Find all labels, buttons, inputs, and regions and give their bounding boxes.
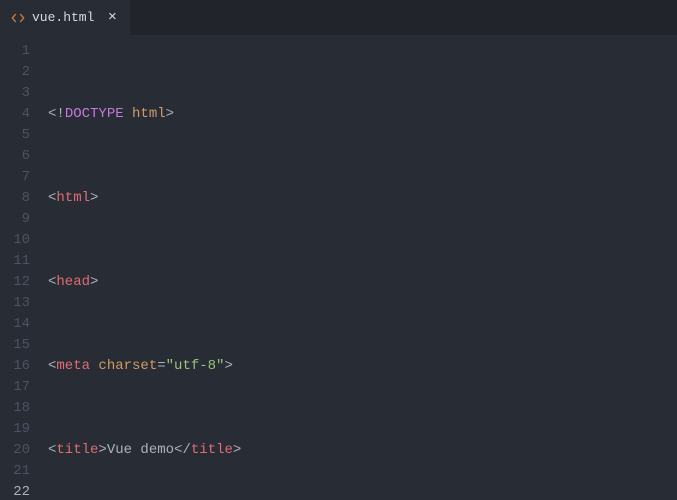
code-line: <head> xyxy=(48,272,677,293)
editor-area[interactable]: 12345678910111213141516171819202122 <!DO… xyxy=(0,35,677,500)
code-line: <!DOCTYPE html> xyxy=(48,104,677,125)
line-number: 15 xyxy=(0,335,30,356)
line-number: 5 xyxy=(0,125,30,146)
tab-bar: vue.html × xyxy=(0,0,677,35)
close-icon[interactable]: × xyxy=(104,10,120,26)
code-line: <html> xyxy=(48,188,677,209)
line-number: 13 xyxy=(0,293,30,314)
line-number: 2 xyxy=(0,62,30,83)
gutter: 12345678910111213141516171819202122 xyxy=(0,41,48,500)
line-number: 3 xyxy=(0,83,30,104)
line-number: 12 xyxy=(0,272,30,293)
line-number: 18 xyxy=(0,398,30,419)
line-number: 7 xyxy=(0,167,30,188)
line-number: 20 xyxy=(0,440,30,461)
line-number: 9 xyxy=(0,209,30,230)
tab-vue-html[interactable]: vue.html × xyxy=(0,0,130,35)
line-number: 11 xyxy=(0,251,30,272)
tab-filename: vue.html xyxy=(32,10,94,25)
line-number: 17 xyxy=(0,377,30,398)
line-number: 6 xyxy=(0,146,30,167)
line-number: 14 xyxy=(0,314,30,335)
code-content[interactable]: <!DOCTYPE html> <html> <head> <meta char… xyxy=(48,41,677,500)
line-number: 22 xyxy=(0,482,30,500)
line-number: 16 xyxy=(0,356,30,377)
code-icon xyxy=(10,10,26,26)
line-number: 21 xyxy=(0,461,30,482)
code-line: <title>Vue demo</title> xyxy=(48,440,677,461)
line-number: 8 xyxy=(0,188,30,209)
code-line: <meta charset="utf-8"> xyxy=(48,356,677,377)
line-number: 1 xyxy=(0,41,30,62)
line-number: 10 xyxy=(0,230,30,251)
line-number: 19 xyxy=(0,419,30,440)
line-number: 4 xyxy=(0,104,30,125)
